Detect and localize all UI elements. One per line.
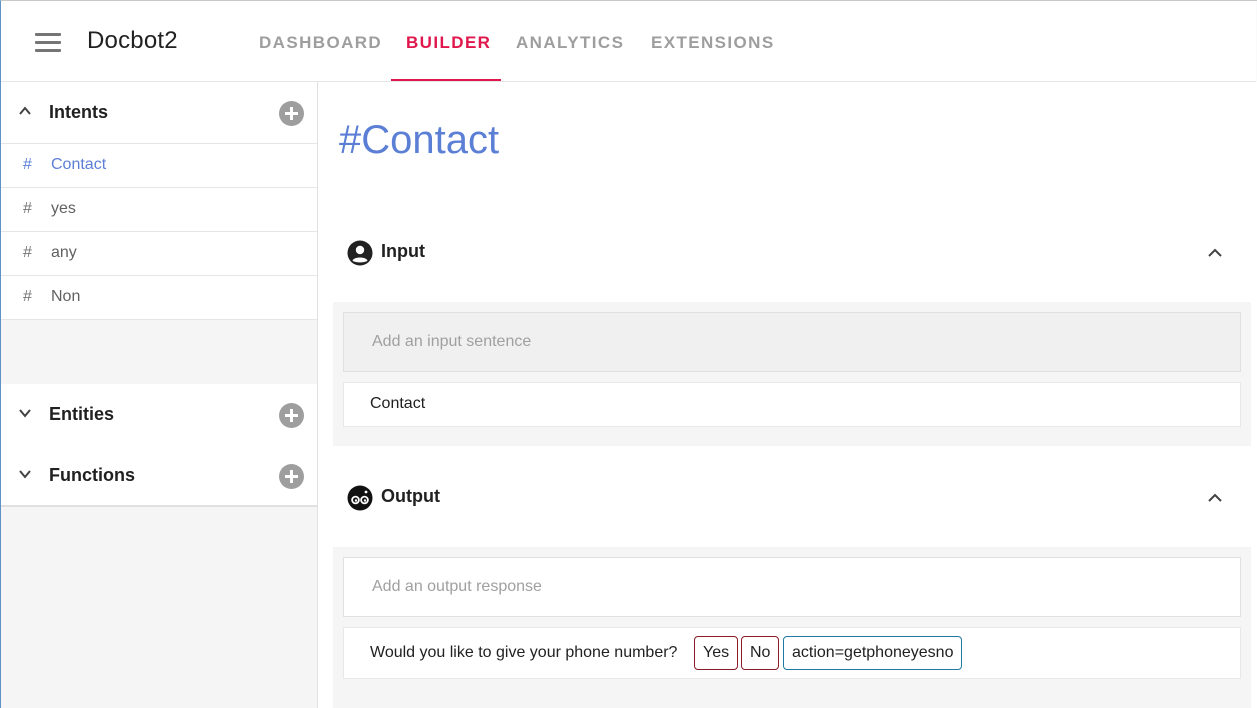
output-response-row[interactable]: Would you like to give your phone number… (343, 627, 1241, 679)
hash-icon: # (23, 244, 32, 261)
intent-item-yes[interactable]: # yes (1, 188, 317, 232)
functions-title: Functions (49, 465, 135, 485)
intent-label: Contact (51, 156, 107, 173)
output-response-field[interactable] (343, 557, 1241, 617)
response-action-chip[interactable]: action=getphoneyesno (783, 636, 963, 670)
input-sentence-text: Contact (370, 395, 426, 412)
response-button-chip[interactable]: Yes (694, 636, 739, 670)
intent-label: Non (51, 288, 81, 305)
intent-item-contact[interactable]: # Contact (1, 144, 317, 188)
add-entity-button[interactable] (279, 403, 304, 428)
hash-icon: # (23, 200, 32, 217)
intents-title: Intents (49, 102, 109, 122)
input-panel-header[interactable]: Input (333, 221, 1251, 281)
chevron-up-icon[interactable] (19, 105, 31, 117)
output-panel-title: Output (381, 486, 440, 506)
chevron-up-icon[interactable] (1208, 491, 1222, 505)
hamburger-menu-icon[interactable] (35, 33, 61, 53)
functions-section-header[interactable]: Functions (1, 445, 317, 507)
hash-icon: # (23, 156, 32, 173)
intent-item-non[interactable]: # Non (1, 276, 317, 320)
tab-analytics[interactable]: ANALYTICS (516, 33, 624, 53)
intent-item-any[interactable]: # any (1, 232, 317, 276)
input-panel-title: Input (381, 241, 425, 261)
chevron-down-icon[interactable] (19, 468, 31, 480)
entities-section-header[interactable]: Entities (1, 384, 317, 446)
chevron-up-icon[interactable] (1208, 246, 1222, 260)
output-response-text: Would you like to give your phone number… (370, 644, 678, 661)
app-title: Docbot2 (87, 27, 178, 54)
add-intent-button[interactable] (279, 101, 304, 126)
active-tab-indicator (391, 79, 501, 81)
page-title: #Contact (339, 118, 500, 162)
user-circle-icon (347, 240, 373, 266)
input-panel-body: Contact (333, 302, 1251, 446)
main-content: #Contact Input Contact Output (318, 82, 1257, 708)
sidebar: Intents # Contact # yes # any # Non Enti… (1, 82, 318, 708)
add-function-button[interactable] (279, 464, 304, 489)
tab-dashboard[interactable]: DASHBOARD (259, 33, 382, 53)
entities-title: Entities (49, 404, 115, 424)
output-panel-body: Would you like to give your phone number… (333, 547, 1251, 708)
input-sentence-field[interactable] (343, 312, 1241, 372)
intent-label: yes (51, 200, 76, 217)
top-app-bar: Docbot2 DASHBOARD BUILDER ANALYTICS EXTE… (1, 1, 1256, 82)
hash-icon: # (23, 288, 32, 305)
input-sentence-row[interactable]: Contact (343, 382, 1241, 427)
tab-builder[interactable]: BUILDER (406, 33, 491, 53)
intents-section-header[interactable]: Intents (1, 82, 317, 144)
output-panel-header[interactable]: Output (333, 466, 1251, 526)
intent-label: any (51, 244, 77, 261)
intent-list: # Contact # yes # any # Non (1, 144, 317, 320)
response-button-chip[interactable]: No (741, 636, 780, 670)
tab-extensions[interactable]: EXTENSIONS (651, 33, 775, 53)
bot-eyes-icon (347, 485, 373, 511)
chevron-down-icon[interactable] (19, 407, 31, 419)
